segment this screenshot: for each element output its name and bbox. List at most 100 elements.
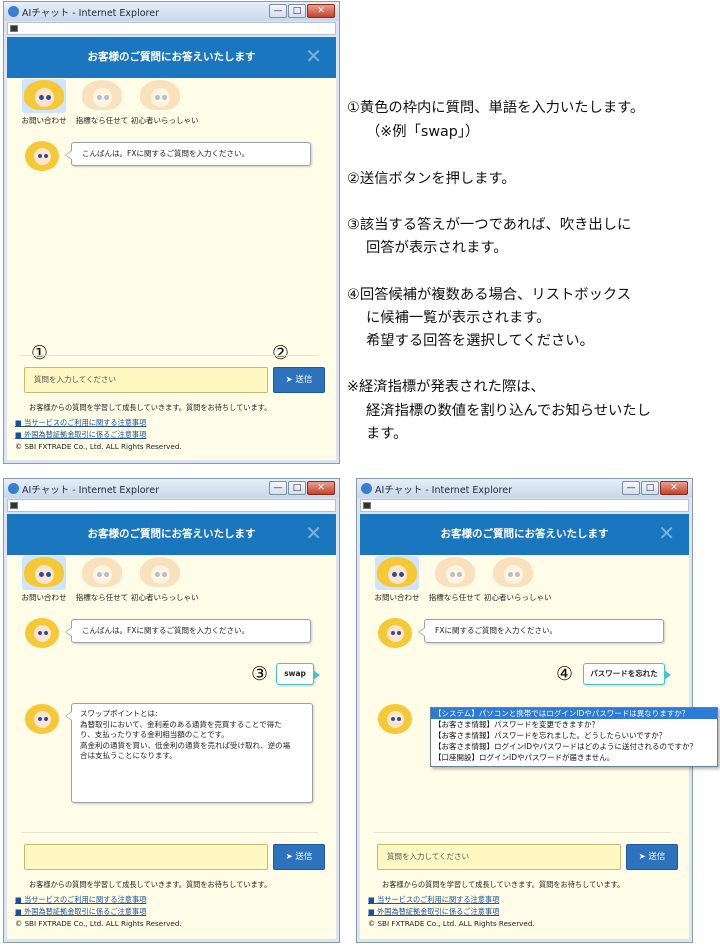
title-bar[interactable]: AIチャット - Internet Explorer — □ ✕ (4, 2, 339, 21)
bot-message: FXに関するご質問を入力ください。 (418, 619, 664, 643)
link-text[interactable]: 当サービスのご利用に関する注意事項 (24, 418, 146, 427)
tab-beginner[interactable]: 初心者いらっしゃい (484, 556, 552, 603)
address-bar[interactable] (360, 499, 689, 512)
tab-inquiry[interactable]: お問い合わせ (15, 79, 73, 126)
tab-label: 指標なら任せて (75, 593, 129, 602)
header-title: お客様のご質問にお答えいたします (440, 528, 609, 540)
window-title: AIチャット - Internet Explorer (22, 8, 159, 19)
user-message-text: swap (284, 669, 306, 678)
tab-beginner[interactable]: 初心者いらっしゃい (131, 556, 199, 603)
window-title: AIチャット - Internet Explorer (375, 485, 512, 496)
copyright: © SBI FXTRADE Co., Ltd. ALL Rights Reser… (15, 919, 182, 928)
close-window-button[interactable]: ✕ (307, 4, 335, 18)
link-text[interactable]: 外国為替証拠金取引に係るご注意事項 (24, 907, 146, 916)
question-input[interactable]: 質問を入力してください (24, 367, 268, 393)
tab-label: お問い合わせ (21, 593, 67, 602)
send-button[interactable]: ➤ 送信 (273, 844, 325, 870)
link-text[interactable]: 外国為替証拠金取引に係るご注意事項 (377, 907, 499, 916)
instruction-1: ①黄色の枠内に質問、単語を入力いたします。 (347, 100, 645, 116)
send-label: 送信 (648, 852, 666, 862)
divider (21, 355, 318, 356)
title-bar[interactable]: AIチャット - Internet Explorer — □ ✕ (357, 479, 692, 498)
character-icon (80, 79, 124, 113)
link-service-notes[interactable]: ■ 当サービスのご利用に関する注意事項 (368, 895, 499, 905)
character-tabs: お問い合わせ 指標なら任せて 初心者いらっしゃい (15, 79, 199, 126)
paper-plane-icon: ➤ (638, 852, 649, 862)
character-icon (433, 556, 477, 590)
character-icon (22, 556, 66, 590)
send-button[interactable]: ➤ 送信 (273, 367, 325, 393)
title-bar[interactable]: AIチャット - Internet Explorer — □ ✕ (4, 479, 339, 498)
candidate-option[interactable]: 【お客さま情報】パスワードを忘れました。どうしたらいいですか？ (431, 730, 717, 741)
candidate-option[interactable]: 【口座開設】ログインIDやパスワードが届きません。 (431, 752, 717, 763)
chat-header: お客様のご質問にお答えいたします ✕ (7, 514, 336, 555)
tab-indicators[interactable]: 指標なら任せて (73, 79, 131, 126)
character-icon (491, 556, 535, 590)
tab-inquiry[interactable]: お問い合わせ (15, 556, 73, 603)
paper-plane-icon: ➤ (285, 375, 296, 385)
tab-label: 初心者いらっしゃい (131, 593, 199, 602)
character-icon (138, 79, 182, 113)
link-service-notes[interactable]: ■ 当サービスのご利用に関する注意事項 (15, 418, 146, 428)
step-marker-2: ② (272, 342, 290, 364)
tab-label: 初心者いらっしゃい (484, 593, 552, 602)
character-icon (80, 556, 124, 590)
bot-answer: スワップポイントとは: 為替取引において、金利差のある通貨を売買することで得た … (65, 703, 313, 803)
character-tabs: お問い合わせ 指標なら任せて 初心者いらっしゃい (368, 556, 552, 603)
chat-header: お客様のご質問にお答えいたします ✕ (360, 514, 689, 555)
tab-indicators[interactable]: 指標なら任せて (73, 556, 131, 603)
bot-avatar (25, 618, 59, 648)
link-text[interactable]: 当サービスのご利用に関する注意事項 (24, 895, 146, 904)
window-title: AIチャット - Internet Explorer (22, 485, 159, 496)
link-fx-notes[interactable]: ■ 外国為替証拠金取引に係るご注意事項 (15, 907, 146, 917)
question-input[interactable]: 質問を入力してください (377, 844, 621, 870)
candidate-option-selected[interactable]: 【システム】パソコンと携帯ではログインIDやパスワードは異なりますか？ (431, 708, 717, 719)
bot-message-text: こんばんは。FXに関するご質問を入力ください。 (82, 626, 249, 635)
maximize-button[interactable]: □ (288, 481, 306, 495)
learning-note: お客様からの質問を学習して成長していきます。質問をお待ちしています。 (29, 403, 272, 412)
bot-avatar (25, 704, 59, 734)
address-bar[interactable] (7, 22, 336, 35)
maximize-button[interactable]: □ (288, 4, 306, 18)
address-bar[interactable] (7, 499, 336, 512)
bot-avatar (378, 618, 412, 648)
tab-beginner[interactable]: 初心者いらっしゃい (131, 79, 199, 126)
ie-logo-icon (8, 483, 19, 494)
answer-line: 為替取引において、金利差のある通貨を売買することで得た (80, 719, 282, 729)
bot-message-text: こんばんは。FXに関するご質問を入力ください。 (82, 149, 249, 158)
close-window-button[interactable]: ✕ (660, 481, 688, 495)
minimize-button[interactable]: — (269, 481, 287, 495)
answer-line: 高金利の通貨を買い、低金利の通貨を売れば受け取れ、逆の場 (80, 740, 291, 750)
learning-note: お客様からの質問を学習して成長していきます。質問をお待ちしています。 (29, 880, 272, 889)
link-text[interactable]: 外国為替証拠金取引に係るご注意事項 (24, 430, 146, 439)
tab-indicators[interactable]: 指標なら任せて (426, 556, 484, 603)
minimize-button[interactable]: — (622, 481, 640, 495)
copyright: © SBI FXTRADE Co., Ltd. ALL Rights Reser… (15, 442, 182, 451)
character-icon (375, 556, 419, 590)
link-service-notes[interactable]: ■ 当サービスのご利用に関する注意事項 (15, 895, 146, 905)
link-text[interactable]: 当サービスのご利用に関する注意事項 (377, 895, 499, 904)
input-placeholder: 質問を入力してください (34, 375, 117, 384)
bot-message: こんばんは。FXに関するご質問を入力ください。 (65, 619, 311, 643)
link-fx-notes[interactable]: ■ 外国為替証拠金取引に係るご注意事項 (15, 430, 146, 440)
close-window-button[interactable]: ✕ (307, 481, 335, 495)
divider (374, 832, 671, 833)
ie-logo-icon (8, 6, 19, 17)
minimize-button[interactable]: — (269, 4, 287, 18)
page-icon (10, 25, 18, 32)
candidate-option[interactable]: 【お客さま情報】ログインIDやパスワードはどのように送付されるのですか？ (431, 741, 717, 752)
step-marker-4: ④ (556, 663, 574, 685)
close-icon[interactable]: ✕ (305, 37, 322, 75)
learning-note: お客様からの質問を学習して成長していきます。質問をお待ちしています。 (382, 880, 625, 889)
link-fx-notes[interactable]: ■ 外国為替証拠金取引に係るご注意事項 (368, 907, 499, 917)
page-icon (10, 502, 18, 509)
candidate-option[interactable]: 【お客さま情報】パスワードを変更できますか？ (431, 719, 717, 730)
close-icon[interactable]: ✕ (658, 514, 675, 552)
maximize-button[interactable]: □ (641, 481, 659, 495)
question-input[interactable] (24, 844, 268, 870)
tab-inquiry[interactable]: お問い合わせ (368, 556, 426, 603)
instruction-note-cont: 経済指標の数値を割り込んでお知らせいたし (366, 403, 651, 419)
answer-candidates-listbox[interactable]: 【システム】パソコンと携帯ではログインIDやパスワードは異なりますか？ 【お客さ… (430, 707, 718, 767)
send-button[interactable]: ➤ 送信 (626, 844, 678, 870)
close-icon[interactable]: ✕ (305, 514, 322, 552)
